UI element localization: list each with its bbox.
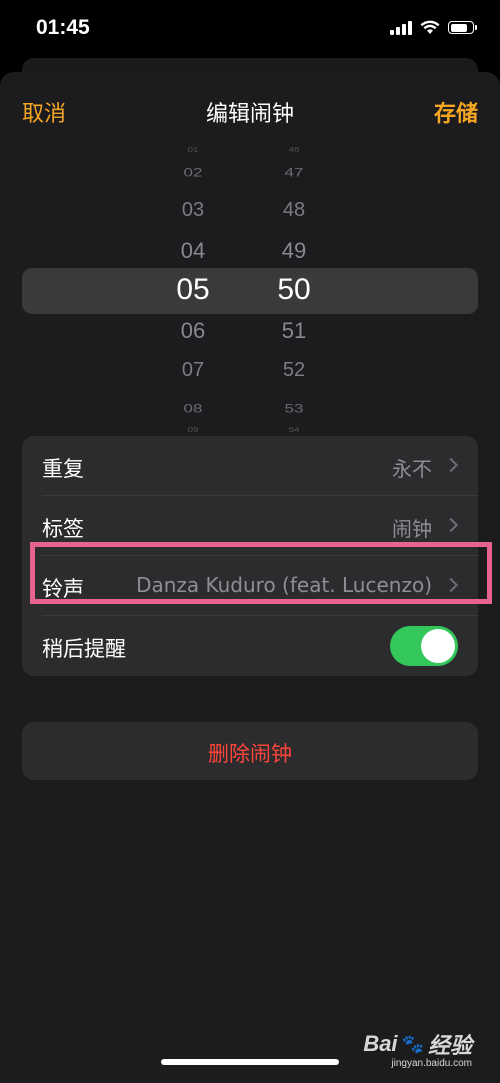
watermark-brand: Bai <box>363 1031 398 1056</box>
delete-alarm-label: 删除闹钟 <box>208 742 292 766</box>
baidu-jingyan-watermark: Bai 🐾 经验 jingyan.baidu.com <box>363 1028 472 1069</box>
hour-option-05[interactable]: 05 <box>163 273 223 307</box>
hour-option-01[interactable]: 01 <box>163 147 223 155</box>
hour-option-03[interactable]: 03 <box>163 199 223 222</box>
status-time: 01:45 <box>36 16 90 39</box>
toggle-knob <box>421 629 455 663</box>
paw-icon: 🐾 <box>401 1033 424 1054</box>
minute-option-46[interactable]: 46 <box>264 147 324 155</box>
minute-option-50[interactable]: 50 <box>264 273 324 307</box>
snooze-toggle[interactable] <box>390 626 458 666</box>
minute-option-51[interactable]: 51 <box>264 318 324 344</box>
repeat-label: 重复 <box>42 457 84 481</box>
hour-option-04[interactable]: 04 <box>163 238 223 264</box>
nav-bar: 取消 编辑闹钟 存储 <box>0 96 500 128</box>
label-label: 标签 <box>42 517 84 541</box>
minute-option-54[interactable]: 54 <box>264 427 324 435</box>
minute-option-49[interactable]: 49 <box>264 238 324 264</box>
save-button[interactable]: 存储 <box>434 96 478 128</box>
watermark-brand-cn: 经验 <box>427 1033 472 1058</box>
minute-option-53[interactable]: 53 <box>264 402 324 416</box>
label-value: 闹钟 <box>392 517 432 541</box>
chevron-right-icon <box>443 457 459 473</box>
minute-option-48[interactable]: 48 <box>264 199 324 222</box>
snooze-label: 稍后提醒 <box>42 637 126 661</box>
delete-alarm-button[interactable]: 删除闹钟 <box>22 722 478 780</box>
hour-option-06[interactable]: 06 <box>163 318 223 344</box>
home-indicator <box>161 1059 339 1065</box>
hour-option-07[interactable]: 07 <box>163 359 223 382</box>
battery-icon <box>448 21 477 34</box>
minute-option-52[interactable]: 52 <box>264 359 324 382</box>
cellular-signal-icon <box>390 20 412 35</box>
minute-option-47[interactable]: 47 <box>264 166 324 180</box>
snooze-row: 稍后提醒 <box>22 616 478 676</box>
wifi-icon <box>420 20 440 34</box>
picker-selection-highlight <box>22 268 478 314</box>
page-title: 编辑闹钟 <box>205 102 294 127</box>
hour-option-09[interactable]: 09 <box>163 427 223 435</box>
chevron-right-icon <box>443 517 459 533</box>
repeat-row[interactable]: 重复 永不 <box>22 436 478 496</box>
hour-option-02[interactable]: 02 <box>163 166 223 180</box>
annotation-highlight-box <box>30 542 492 604</box>
watermark-site: jingyan.baidu.com <box>391 1058 472 1069</box>
repeat-value: 永不 <box>392 457 432 481</box>
hour-option-08[interactable]: 08 <box>163 402 223 416</box>
status-icons <box>390 20 477 35</box>
